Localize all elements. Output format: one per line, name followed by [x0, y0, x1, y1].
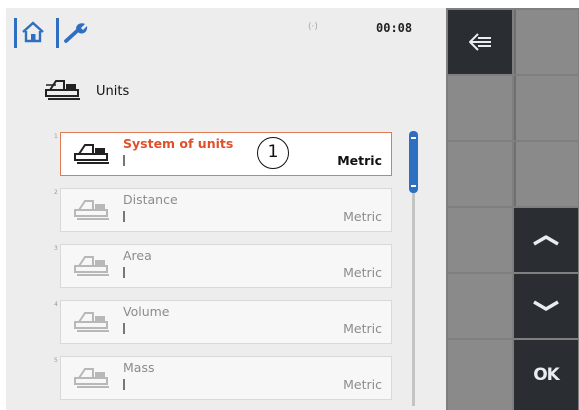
units-settings-icon	[74, 368, 109, 388]
row-index: 3	[54, 245, 58, 252]
units-settings-icon	[74, 200, 109, 220]
setting-row-distance[interactable]: 2 Distance Metric	[54, 188, 392, 232]
text-cursor	[123, 211, 125, 222]
softkey-empty[interactable]	[448, 274, 512, 338]
softkey-empty[interactable]	[514, 10, 578, 74]
chevron-down-icon	[533, 300, 559, 311]
units-settings-icon	[45, 80, 80, 100]
scroll-up-button[interactable]	[514, 208, 578, 272]
setting-value: Metric	[343, 377, 382, 392]
chevron-up-icon	[533, 235, 559, 246]
setting-label: Distance	[123, 192, 178, 207]
softkey-empty[interactable]	[448, 76, 512, 140]
setting-row-volume[interactable]: 4 Volume Metric	[54, 300, 392, 344]
units-settings-icon	[74, 256, 109, 276]
text-cursor	[123, 267, 125, 278]
softkey-empty[interactable]	[448, 340, 512, 410]
home-icon	[22, 21, 44, 43]
back-button[interactable]	[448, 10, 512, 74]
setting-value: Metric	[343, 209, 382, 224]
row-index: 1	[54, 133, 58, 140]
setting-value: Metric	[343, 265, 382, 280]
text-cursor	[123, 379, 125, 390]
softkey-empty[interactable]	[448, 142, 512, 206]
text-cursor	[123, 155, 125, 166]
main-panel: (·) 00:08 Units 1 System of units Metric…	[6, 8, 446, 410]
setting-label: System of units	[123, 136, 234, 151]
softkey-column: OK	[446, 8, 579, 410]
wrench-icon	[64, 23, 88, 43]
units-settings-icon	[74, 144, 109, 164]
setting-label: Volume	[123, 304, 170, 319]
setting-value: Metric	[343, 321, 382, 336]
home-button[interactable]	[14, 18, 44, 48]
setting-row-system-of-units[interactable]: 1 System of units Metric	[54, 132, 392, 176]
row-index: 5	[54, 357, 58, 364]
scroll-thumb[interactable]	[409, 131, 418, 193]
units-settings-icon	[74, 312, 109, 332]
softkey-empty[interactable]	[514, 142, 578, 206]
scroll-down-button[interactable]	[514, 274, 578, 338]
text-cursor	[123, 323, 125, 334]
softkey-empty[interactable]	[448, 208, 512, 272]
settings-button[interactable]	[56, 18, 88, 48]
setting-row-area[interactable]: 3 Area Metric	[54, 244, 392, 288]
setting-value: Metric	[337, 153, 382, 168]
setting-label: Mass	[123, 360, 155, 375]
ok-label: OK	[533, 365, 560, 385]
clock: 00:08	[376, 21, 413, 35]
row-index: 2	[54, 189, 58, 196]
setting-label: Area	[123, 248, 152, 263]
callout-marker: 1	[257, 137, 289, 169]
softkey-empty[interactable]	[514, 76, 578, 140]
setting-row-mass[interactable]: 5 Mass Metric	[54, 356, 392, 400]
ok-button[interactable]: OK	[514, 340, 578, 410]
terminal-screen: (·) 00:08 Units 1 System of units Metric…	[6, 8, 579, 410]
scrollbar[interactable]	[409, 131, 418, 406]
row-index: 4	[54, 301, 58, 308]
page-title: Units	[96, 84, 130, 99]
signal-status-icon: (·)	[308, 22, 318, 32]
back-arrow-icon	[469, 33, 491, 51]
